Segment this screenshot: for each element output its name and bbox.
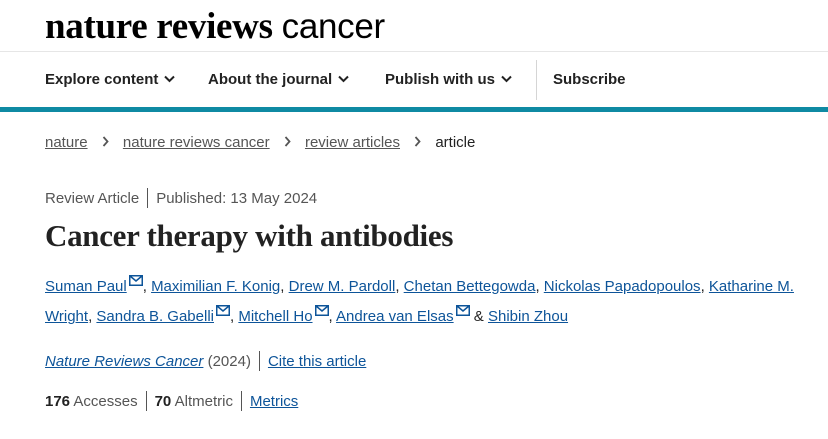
nav-label: Publish with us (385, 71, 496, 88)
published-date: Published: 13 May 2024 (156, 190, 318, 207)
metrics-link[interactable]: Metrics (250, 393, 298, 410)
email-icon[interactable] (128, 275, 143, 286)
altmetric-label: Altmetric (174, 393, 233, 410)
publication-year: (2024) (207, 353, 251, 370)
email-icon[interactable] (314, 305, 329, 316)
article-metrics: 176 Accesses 70 Altmetric Metrics (45, 390, 298, 413)
chevron-down-icon (164, 75, 176, 82)
email-icon[interactable] (455, 305, 470, 316)
altmetric-count: 70 (154, 393, 172, 410)
author-link[interactable]: Mitchell Ho (238, 308, 312, 325)
accesses-count: 176 (45, 393, 71, 410)
nav-publish-with-us[interactable]: Publish with us (385, 52, 512, 107)
journal-link[interactable]: Nature Reviews Cancer (45, 353, 203, 370)
nav-label: Explore content (45, 71, 159, 88)
author-link[interactable]: Chetan Bettegowda (404, 278, 536, 295)
author-link[interactable]: Suman Paul (45, 278, 127, 295)
accesses-label: Accesses (73, 393, 138, 410)
article-type: Review Article (45, 190, 140, 207)
metrics-divider (145, 390, 147, 411)
breadcrumb: nature nature reviews cancer review arti… (45, 132, 475, 154)
article-meta: Review Article Published: 13 May 2024 (45, 187, 318, 210)
author-link[interactable]: Drew M. Pardoll (289, 278, 396, 295)
nav-divider (536, 60, 537, 100)
main-nav: Explore content About the journal Publis… (0, 52, 828, 107)
nav-accent-bar (0, 107, 828, 112)
nav-explore-content[interactable]: Explore content (45, 52, 176, 107)
breadcrumb-journal[interactable]: nature reviews cancer (123, 134, 270, 151)
author-link[interactable]: Andrea van Elsas (336, 308, 454, 325)
citation-line: Nature Reviews Cancer (2024) Cite this ar… (45, 350, 366, 373)
chevron-down-icon (501, 75, 512, 82)
author-conjunction: & (473, 308, 484, 325)
author-list: Suman Paul, Maximilian F. Konig, Drew M.… (45, 272, 805, 332)
journal-logo[interactable]: nature reviews cancer (45, 4, 385, 50)
article-title: Cancer therapy with antibodies (45, 218, 454, 253)
nav-label: About the journal (208, 71, 333, 88)
chevron-right-icon (102, 136, 109, 147)
breadcrumb-current: article (435, 134, 476, 151)
breadcrumb-nature[interactable]: nature (45, 134, 88, 151)
logo-light-text: cancer (281, 7, 386, 46)
author-link[interactable]: Sandra B. Gabelli (96, 308, 214, 325)
author-link[interactable]: Nickolas Papadopoulos (544, 278, 701, 295)
author-link[interactable]: Maximilian F. Konig (151, 278, 280, 295)
chevron-down-icon (338, 75, 349, 82)
citation-divider (258, 350, 260, 371)
chevron-right-icon (284, 136, 291, 147)
cite-this-article-link[interactable]: Cite this article (268, 353, 366, 370)
meta-divider (147, 187, 149, 208)
chevron-right-icon (414, 136, 421, 147)
metrics-divider (240, 390, 242, 411)
nav-about-journal[interactable]: About the journal (208, 52, 349, 107)
email-icon[interactable] (216, 305, 230, 316)
logo-bold-text: nature reviews (45, 6, 273, 47)
subscribe-link[interactable]: Subscribe (553, 52, 626, 107)
breadcrumb-review-articles[interactable]: review articles (305, 134, 400, 151)
author-link[interactable]: Shibin Zhou (488, 308, 568, 325)
